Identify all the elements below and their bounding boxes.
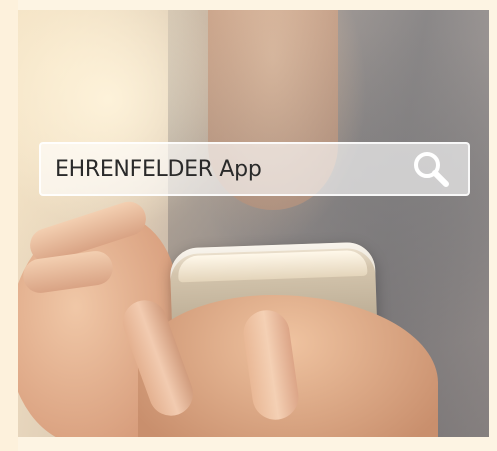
- smartphone-top-edge: [177, 249, 368, 283]
- search-query-text: EHRENFELDER App: [55, 156, 262, 182]
- left-margin-strip: [0, 0, 18, 451]
- search-icon[interactable]: [402, 144, 462, 194]
- hero-image: [18, 10, 489, 437]
- search-bar[interactable]: EHRENFELDER App: [39, 142, 470, 196]
